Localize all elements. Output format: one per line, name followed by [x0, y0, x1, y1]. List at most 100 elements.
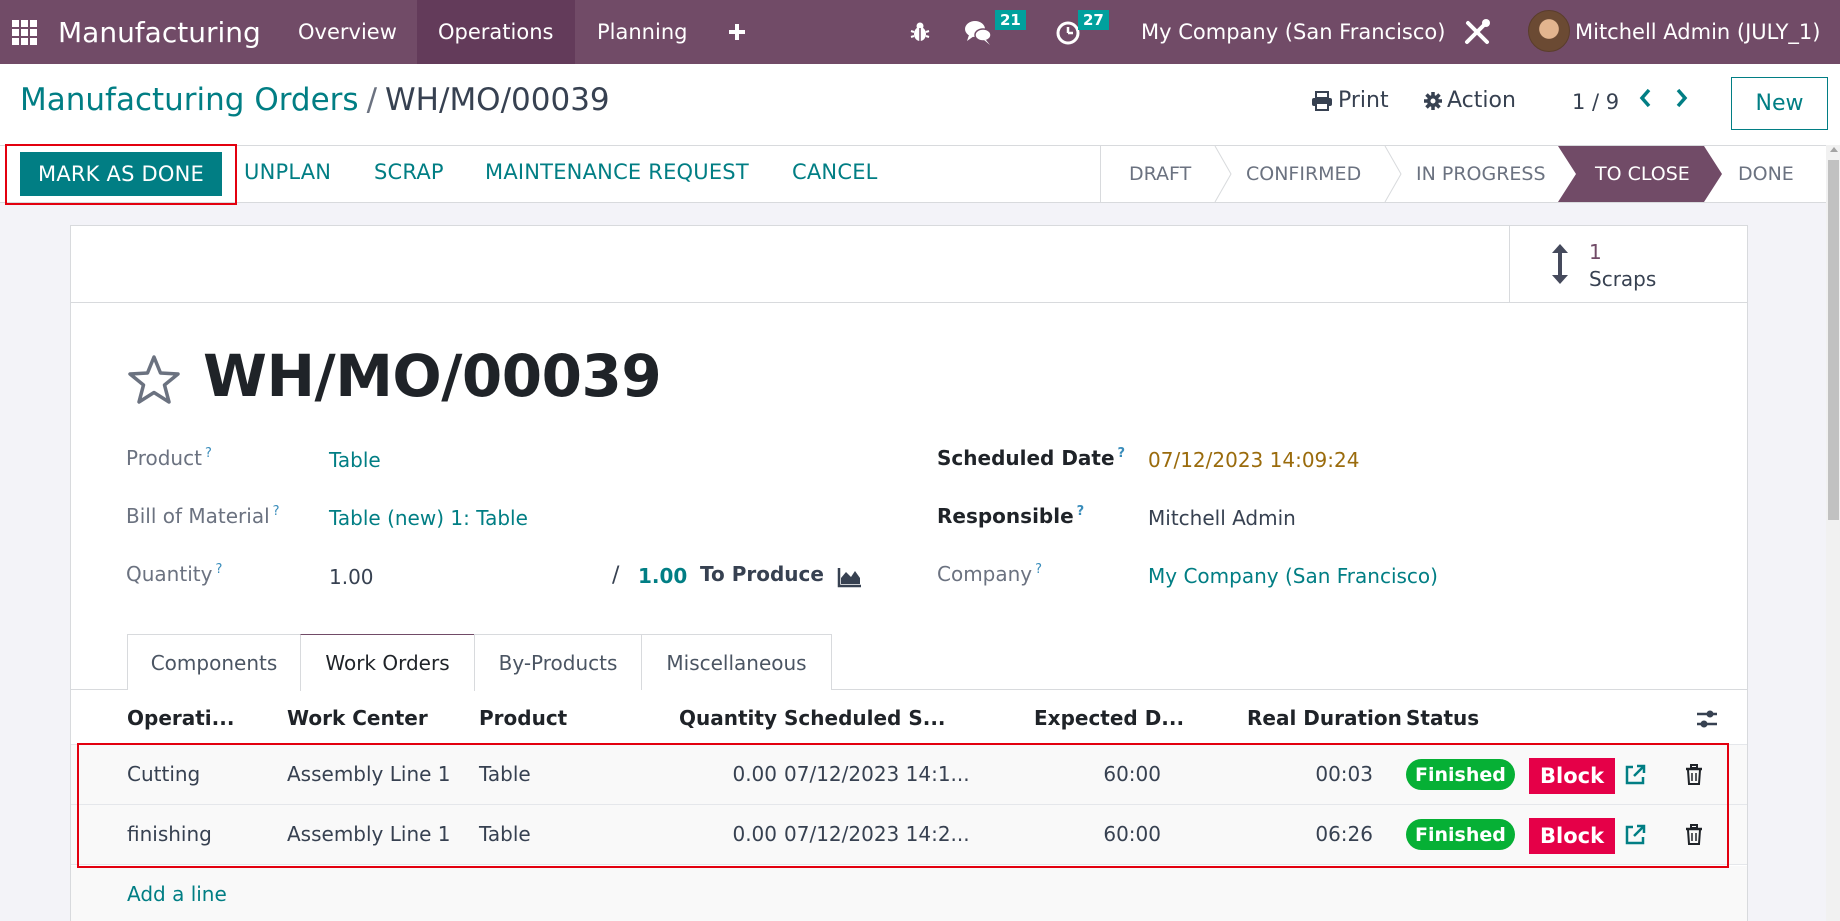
help-icon[interactable]: ? — [1077, 504, 1085, 519]
arrows-vertical-icon — [1552, 244, 1568, 284]
user-avatar[interactable] — [1528, 10, 1570, 52]
help-icon[interactable]: ? — [1035, 562, 1042, 577]
maintenance-request-button[interactable]: MAINTENANCE REQUEST — [485, 160, 749, 184]
column-operation[interactable]: Operati... — [127, 706, 234, 730]
scrollbar-thumb[interactable] — [1828, 160, 1839, 520]
cancel-button[interactable]: CANCEL — [792, 160, 878, 184]
record-title[interactable]: WH/MO/00039 — [203, 342, 662, 410]
responsible-field[interactable]: Mitchell Admin — [1148, 506, 1296, 530]
scraps-count: 1 — [1589, 240, 1602, 264]
app-name[interactable]: Manufacturing — [58, 0, 261, 64]
menu-overview[interactable]: Overview — [279, 0, 416, 64]
responsible-label: Responsible? — [937, 504, 1084, 528]
company-field[interactable]: My Company (San Francisco) — [1148, 564, 1438, 588]
pager-next-button[interactable] — [1675, 86, 1689, 116]
scheduled-date-field[interactable]: 07/12/2023 14:09:24 — [1148, 448, 1359, 472]
tab-miscellaneous[interactable]: Miscellaneous — [641, 634, 832, 690]
tools-icon — [1465, 19, 1490, 44]
column-expected-duration[interactable]: Expected D... — [1034, 706, 1184, 730]
pager-previous-button[interactable] — [1638, 86, 1652, 116]
column-work-center[interactable]: Work Center — [287, 706, 428, 730]
tab-components[interactable]: Components — [127, 634, 301, 690]
tab-by-products[interactable]: By-Products — [474, 634, 642, 690]
work-orders-header: Operati... Work Center Product Quantity … — [71, 690, 1747, 745]
unplan-button[interactable]: UNPLAN — [244, 160, 331, 184]
scraps-label: Scraps — [1589, 267, 1657, 291]
scrap-button[interactable]: SCRAP — [374, 160, 444, 184]
print-button[interactable]: Print — [1311, 88, 1389, 113]
print-label: Print — [1338, 88, 1389, 113]
trash-icon[interactable] — [1685, 824, 1703, 846]
cell-quantity: 0.00 — [732, 762, 777, 786]
add-menu-button[interactable] — [727, 0, 747, 64]
stage-to-close[interactable]: TO CLOSE — [1595, 146, 1690, 202]
open-external-icon[interactable] — [1624, 824, 1646, 846]
block-button[interactable]: Block — [1529, 758, 1616, 794]
form-sheet: 1 Scraps WH/MO/00039 Product? Table Bill… — [70, 225, 1748, 921]
responsible-label-text: Responsible — [937, 504, 1074, 528]
action-button[interactable]: Action — [1423, 88, 1516, 113]
bug-icon — [910, 22, 930, 41]
messages-badge: 21 — [995, 10, 1026, 30]
scroll-up-arrow-icon[interactable] — [1830, 147, 1838, 152]
cell-operation: Cutting — [127, 762, 201, 786]
menu-planning[interactable]: Planning — [575, 0, 709, 64]
cell-work-center: Assembly Line 1 — [287, 762, 451, 786]
add-a-line-button[interactable]: Add a line — [127, 882, 227, 906]
column-real-duration[interactable]: Real Duration — [1247, 706, 1402, 730]
help-icon[interactable]: ? — [273, 504, 280, 519]
scraps-smart-button[interactable]: 1 Scraps — [1509, 226, 1747, 302]
quantity-label-text: Quantity — [126, 562, 213, 586]
company-label-text: Company — [937, 562, 1033, 586]
status-badge: Finished — [1406, 759, 1515, 790]
block-button[interactable]: Block — [1529, 818, 1616, 854]
pager-value[interactable]: 1 / 9 — [1572, 90, 1619, 114]
activities-button[interactable]: 27 — [1055, 0, 1115, 64]
cell-expected-duration: 60:00 — [1103, 762, 1161, 786]
scheduled-date-label-text: Scheduled Date — [937, 446, 1115, 470]
help-icon[interactable]: ? — [215, 562, 222, 577]
quantity-target: 1.00 — [638, 564, 688, 588]
help-icon[interactable]: ? — [1118, 446, 1126, 461]
cell-scheduled-start: 07/12/2023 14:1... — [784, 762, 970, 786]
chevron-left-icon — [1639, 88, 1651, 108]
cell-operation: finishing — [127, 822, 212, 846]
stage-confirmed[interactable]: CONFIRMED — [1246, 146, 1361, 202]
work-order-row[interactable]: Cutting Assembly Line 1 Table 0.00 07/12… — [71, 745, 1747, 805]
breadcrumb-current: WH/MO/00039 — [385, 82, 610, 118]
stage-in-progress[interactable]: IN PROGRESS — [1416, 146, 1546, 202]
column-product[interactable]: Product — [479, 706, 567, 730]
column-status[interactable]: Status — [1406, 706, 1479, 730]
column-quantity[interactable]: Quantity — [677, 706, 777, 730]
quantity-field[interactable]: 1.00 — [329, 565, 374, 589]
new-record-button[interactable]: New — [1731, 77, 1828, 130]
plus-icon — [729, 24, 745, 40]
work-order-row[interactable]: finishing Assembly Line 1 Table 0.00 07/… — [71, 805, 1747, 865]
optional-columns-icon[interactable] — [1695, 708, 1719, 730]
gear-icon — [1424, 91, 1442, 110]
chevron-right-icon — [1676, 88, 1688, 108]
mark-as-done-button[interactable]: MARK AS DONE — [20, 152, 222, 196]
open-external-icon[interactable] — [1624, 764, 1646, 786]
top-navbar: Manufacturing Overview Operations Planni… — [0, 0, 1840, 64]
apps-menu-button[interactable] — [12, 0, 40, 64]
tab-work-orders[interactable]: Work Orders — [300, 634, 475, 691]
product-field[interactable]: Table — [329, 448, 381, 472]
breadcrumb-parent[interactable]: Manufacturing Orders — [20, 82, 359, 118]
notebook-tabs: Components Work Orders By-Products Misce… — [71, 634, 1747, 691]
bom-field[interactable]: Table (new) 1: Table — [329, 506, 528, 530]
menu-operations[interactable]: Operations — [417, 0, 575, 64]
user-menu[interactable]: Mitchell Admin (JULY_1) — [1575, 0, 1820, 64]
stage-done[interactable]: DONE — [1738, 146, 1794, 202]
forecast-chart-icon[interactable] — [837, 566, 863, 588]
column-scheduled-start[interactable]: Scheduled S... — [784, 706, 946, 730]
debug-button[interactable] — [909, 0, 931, 64]
trash-icon[interactable] — [1685, 764, 1703, 786]
cell-product: Table — [479, 822, 531, 846]
settings-button[interactable] — [1462, 0, 1492, 64]
star-icon[interactable] — [126, 354, 182, 406]
stage-draft[interactable]: DRAFT — [1129, 146, 1191, 202]
help-icon[interactable]: ? — [205, 446, 212, 461]
messages-button[interactable]: 21 — [964, 0, 1026, 64]
company-switcher[interactable]: My Company (San Francisco) — [1141, 0, 1445, 64]
